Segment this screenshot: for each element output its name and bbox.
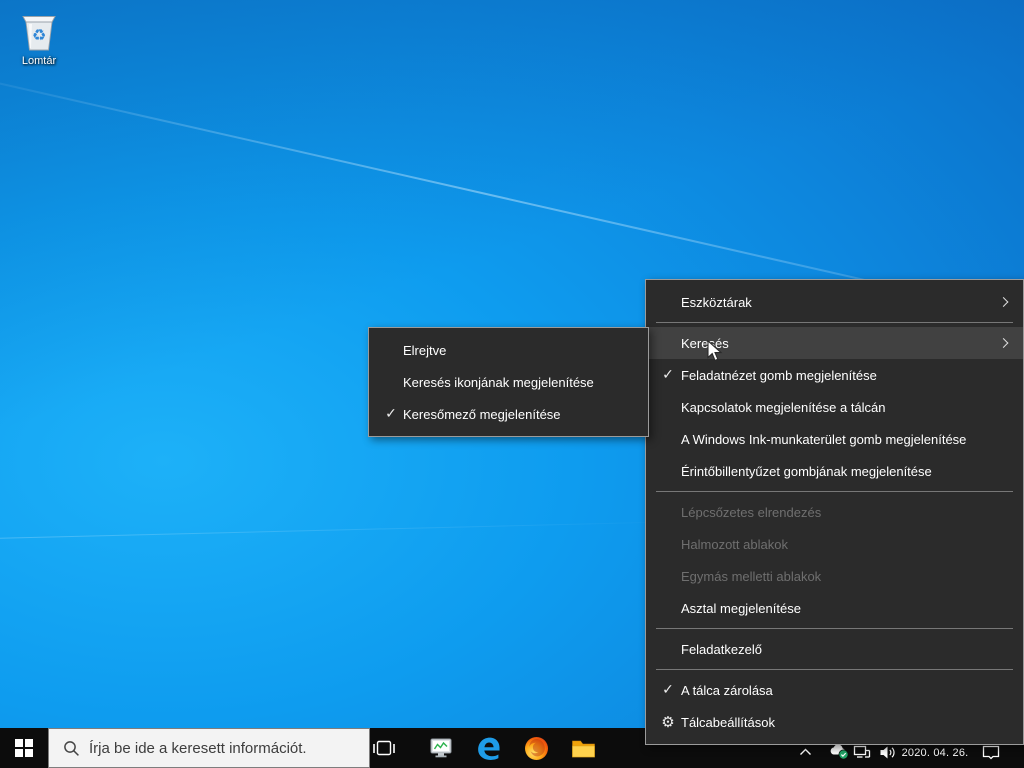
taskbar-search-input[interactable]: Írja be ide a keresett információt. [48, 728, 370, 768]
gear-icon: ⚙ [657, 713, 679, 731]
taskbar-context-menu: Eszköztárak Keresés ✓ Feladatnézet gomb … [645, 279, 1024, 745]
menu-item-toolbars[interactable]: Eszköztárak [646, 286, 1023, 318]
task-view-icon [373, 740, 395, 757]
start-button[interactable] [0, 728, 48, 768]
file-explorer-icon [570, 735, 597, 762]
menu-separator [656, 669, 1013, 670]
ethernet-network-icon [853, 745, 871, 760]
task-manager-button[interactable] [419, 728, 463, 768]
menu-item-search[interactable]: Keresés [646, 327, 1023, 359]
desktop: ♻ Lomtár Írja be ide a keresett informác… [0, 0, 1024, 768]
edge-browser-button[interactable] [466, 728, 510, 768]
menu-separator [656, 322, 1013, 323]
submenu-arrow-icon [999, 297, 1009, 307]
file-explorer-button[interactable] [561, 728, 605, 768]
onedrive-cloud-synced-icon [829, 743, 850, 760]
tray-clock-date[interactable]: 2020. 04. 26. [898, 747, 972, 759]
menu-item-show-windows-ink[interactable]: A Windows Ink-munkaterület gomb megjelen… [646, 423, 1023, 455]
menu-item-lock-taskbar[interactable]: ✓ A tálca zárolása [646, 674, 1023, 706]
svg-text:♻: ♻ [32, 26, 46, 45]
check-icon: ✓ [380, 406, 402, 422]
check-icon: ✓ [657, 682, 679, 698]
submenu-arrow-icon [999, 338, 1009, 348]
menu-item-show-touch-keyboard[interactable]: Érintőbillentyűzet gombjának megjeleníté… [646, 455, 1023, 487]
menu-item-taskbar-settings[interactable]: ⚙ Tálcabeállítások [646, 706, 1023, 738]
edge-icon [475, 735, 502, 762]
search-placeholder: Írja be ide a keresett információt. [89, 740, 307, 757]
wallpaper-light-streak [0, 520, 710, 539]
menu-item-side-by-side-windows: Egymás melletti ablakok [646, 560, 1023, 592]
submenu-item-hidden[interactable]: Elrejtve [369, 334, 648, 366]
action-center-icon [982, 745, 1000, 761]
firefox-browser-button[interactable] [514, 728, 558, 768]
recycle-bin-label: Lomtár [10, 55, 68, 67]
menu-item-task-manager[interactable]: Feladatkezelő [646, 633, 1023, 665]
windows-logo-icon [15, 739, 33, 757]
speaker-volume-icon [879, 745, 897, 760]
submenu-item-show-search-icon[interactable]: Keresés ikonjának megjelenítése [369, 366, 648, 398]
task-view-button[interactable] [362, 728, 406, 768]
menu-item-show-people[interactable]: Kapcsolatok megjelenítése a tálcán [646, 391, 1023, 423]
menu-item-show-task-view-button[interactable]: ✓ Feladatnézet gomb megjelenítése [646, 359, 1023, 391]
menu-item-stacked-windows: Halmozott ablakok [646, 528, 1023, 560]
chevron-up-icon [799, 748, 812, 756]
menu-separator [656, 628, 1013, 629]
submenu-item-show-search-box[interactable]: ✓ Keresőmező megjelenítése [369, 398, 648, 430]
check-icon: ✓ [657, 367, 679, 383]
recycle-bin-icon: ♻ [16, 8, 62, 54]
menu-item-cascade-windows: Lépcsőzetes elrendezés [646, 496, 1023, 528]
search-icon [63, 740, 80, 757]
menu-item-show-desktop[interactable]: Asztal megjelenítése [646, 592, 1023, 624]
menu-separator [656, 491, 1013, 492]
search-submenu: Elrejtve Keresés ikonjának megjelenítése… [368, 327, 649, 437]
task-manager-icon [428, 735, 454, 761]
recycle-bin-shortcut[interactable]: ♻ Lomtár [10, 8, 68, 67]
firefox-icon [523, 735, 550, 762]
